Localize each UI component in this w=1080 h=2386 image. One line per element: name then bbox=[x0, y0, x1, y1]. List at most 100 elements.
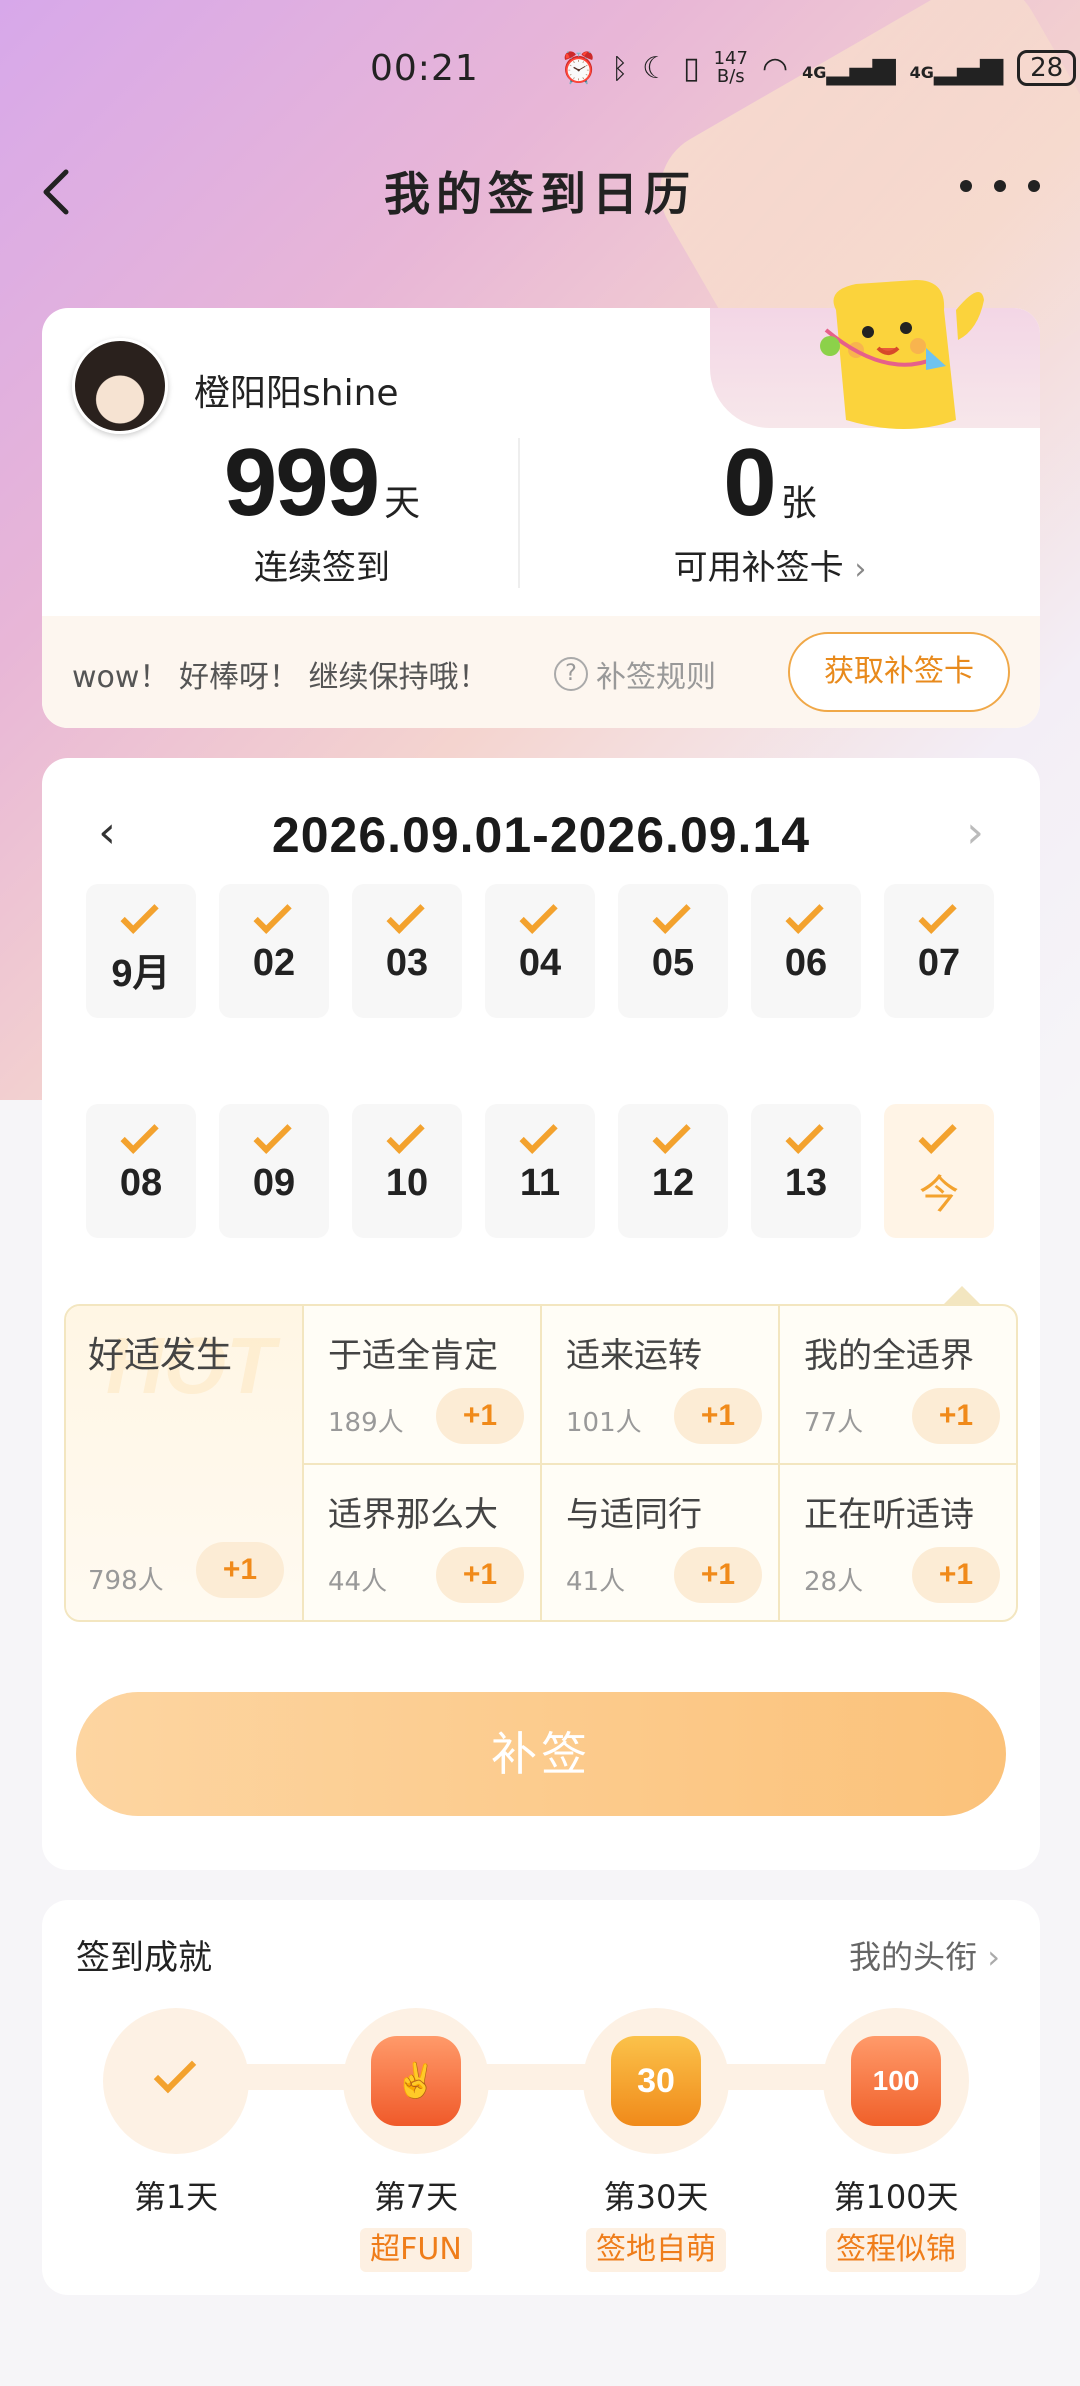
day-cell-today[interactable]: 今 bbox=[884, 1104, 994, 1238]
achievement-day7[interactable]: ✌ 第7天 超FUN bbox=[316, 2008, 516, 2272]
my-title-link[interactable]: 我的头衔 › bbox=[849, 1932, 1000, 1978]
achievement-circle: 30 bbox=[583, 2008, 729, 2154]
day-cell[interactable]: 05 bbox=[618, 884, 728, 1018]
plus-one-button[interactable]: +1 bbox=[436, 1547, 524, 1603]
streak-unit: 天 bbox=[384, 483, 421, 524]
plus-one-button[interactable]: +1 bbox=[674, 1388, 762, 1444]
achievement-label: 第100天 bbox=[833, 2178, 959, 2216]
plus-one-button[interactable]: +1 bbox=[912, 1388, 1000, 1444]
more-icon[interactable] bbox=[960, 166, 1040, 206]
topic-cell[interactable]: 适界那么大 44人 +1 bbox=[304, 1465, 542, 1620]
day-label: 03 bbox=[385, 942, 429, 984]
featured-topic[interactable]: HOT 好适发生 798人 +1 bbox=[66, 1306, 304, 1620]
chevron-right-icon: › bbox=[854, 552, 867, 587]
topic-title: 我的全适界 bbox=[804, 1336, 974, 1376]
plus-one-button[interactable]: +1 bbox=[912, 1547, 1000, 1603]
day-cell[interactable]: 03 bbox=[352, 884, 462, 1018]
day-label: 05 bbox=[651, 942, 695, 984]
achievement-label: 第30天 bbox=[603, 2178, 709, 2216]
supplement-button[interactable]: 补签 bbox=[76, 1692, 1006, 1816]
moon-icon: ☾ bbox=[642, 50, 670, 86]
topic-count: 77人 bbox=[804, 1408, 864, 1438]
topic-cell[interactable]: 我的全适界 77人 +1 bbox=[780, 1306, 1016, 1465]
topic-cell[interactable]: 适来运转 101人 +1 bbox=[542, 1306, 780, 1465]
check-icon bbox=[652, 1115, 691, 1154]
achievement-label: 第7天 bbox=[373, 2178, 459, 2216]
calendar-card: ‹ 2026.09.01-2026.09.14 › 9月 02 03 04 05 06 07… bbox=[42, 758, 1040, 1870]
wifi-icon: ◠ bbox=[761, 50, 789, 86]
achievement-label: 第1天 bbox=[133, 2178, 219, 2216]
achievement-day1[interactable]: 第1天 bbox=[76, 2008, 276, 2218]
cards-value: 0 bbox=[723, 429, 776, 536]
achievement-day30[interactable]: 30 第30天 签地自萌 bbox=[556, 2008, 756, 2272]
streak-label: 连续签到 bbox=[254, 548, 390, 588]
day-label: 13 bbox=[784, 1162, 828, 1204]
username: 橙阳阳shine bbox=[194, 373, 399, 414]
cards-stat[interactable]: 0张 可用补签卡 › bbox=[560, 428, 980, 589]
mascot-icon: ✦ ✦ bbox=[820, 280, 984, 429]
chevron-right-icon: › bbox=[987, 1938, 1000, 1976]
check-icon bbox=[519, 895, 558, 934]
tip-bar: wow！ 好棒呀！ 继续保持哦！ ? 补签规则 获取补签卡 bbox=[42, 616, 1040, 728]
hot-topics: HOT 好适发生 798人 +1 于适全肯定 189人 +1 适来运转 101人 +1 我的… bbox=[64, 1304, 1018, 1622]
streak-value: 999 bbox=[223, 429, 380, 536]
streak-stat: 999 天 连续签到 bbox=[112, 428, 532, 589]
day-cell[interactable]: 11 bbox=[485, 1104, 595, 1238]
date-range: 2026.09.01-2026.09.14 bbox=[271, 807, 811, 863]
achievement-tag: 签程似锦 bbox=[826, 2228, 966, 2272]
topic-cell[interactable]: 与适同行 41人 +1 bbox=[542, 1465, 780, 1620]
status-bar: 00:21 ⏰ ᛒ ☾ ▯ 147 B/s ◠ 4G▂▄▆ 4G▂▄▆ 28 bbox=[0, 0, 1080, 140]
achievement-tag: 超FUN bbox=[360, 2228, 472, 2272]
achievement-day100[interactable]: 100 第100天 签程似锦 bbox=[796, 2008, 996, 2272]
plus-one-button[interactable]: +1 bbox=[196, 1542, 284, 1598]
featured-title: 好适发生 bbox=[88, 1335, 233, 1376]
day-label: 08 bbox=[119, 1162, 163, 1204]
day-cell[interactable]: 04 bbox=[485, 884, 595, 1018]
avatar[interactable] bbox=[72, 338, 168, 434]
check-icon bbox=[120, 1115, 159, 1154]
day-cell[interactable]: 9月 bbox=[86, 884, 196, 1018]
day-label: 12 bbox=[651, 1162, 695, 1204]
signal-icon-1: 4G▂▄▆ bbox=[802, 50, 896, 86]
plus-one-button[interactable]: +1 bbox=[674, 1547, 762, 1603]
alarm-icon: ⏰ bbox=[560, 50, 598, 86]
question-icon: ? bbox=[554, 657, 588, 691]
cards-label: 可用补签卡 bbox=[673, 548, 844, 588]
check-icon bbox=[918, 1115, 957, 1154]
day-cell[interactable]: 09 bbox=[219, 1104, 329, 1238]
day-label: 今 bbox=[919, 1173, 959, 1217]
get-card-button[interactable]: 获取补签卡 bbox=[788, 632, 1010, 712]
fun-badge-icon: ✌ bbox=[371, 2036, 461, 2126]
achievement-card: 签到成就 我的头衔 › 第1天 ✌ 第7天 超FUN 30 第30天 签地自萌 … bbox=[42, 1900, 1040, 2295]
topic-title: 适界那么大 bbox=[328, 1495, 498, 1535]
rule-link[interactable]: ? 补签规则 bbox=[554, 652, 716, 696]
speed-unit: B/s bbox=[716, 66, 745, 87]
topic-count: 28人 bbox=[804, 1567, 864, 1597]
day-cell[interactable]: 10 bbox=[352, 1104, 462, 1238]
check-icon bbox=[785, 895, 824, 934]
topic-count: 189人 bbox=[328, 1408, 404, 1438]
day-cell[interactable]: 12 bbox=[618, 1104, 728, 1238]
status-icons: ⏰ ᛒ ☾ ▯ 147 B/s ◠ 4G▂▄▆ 4G▂▄▆ 28 bbox=[560, 50, 1077, 86]
encourage-text: wow！ 好棒呀！ 继续保持哦！ bbox=[72, 660, 489, 695]
plus-one-button[interactable]: +1 bbox=[436, 1388, 524, 1444]
day-cell[interactable]: 08 bbox=[86, 1104, 196, 1238]
day-cell[interactable]: 13 bbox=[751, 1104, 861, 1238]
achievement-circle bbox=[103, 2008, 249, 2154]
next-week-icon[interactable]: › bbox=[950, 808, 1000, 858]
check-icon bbox=[253, 895, 292, 934]
day-label: 02 bbox=[252, 942, 296, 984]
nav-bar: 我的签到日历 bbox=[0, 140, 1080, 250]
day-cell[interactable]: 07 bbox=[884, 884, 994, 1018]
day-cell[interactable]: 02 bbox=[219, 884, 329, 1018]
today-pointer bbox=[944, 1286, 980, 1304]
status-time: 00:21 bbox=[370, 48, 479, 89]
topic-cell[interactable]: 于适全肯定 189人 +1 bbox=[304, 1306, 542, 1465]
network-speed: 147 B/s bbox=[714, 50, 748, 86]
check-icon bbox=[120, 895, 159, 934]
topic-title: 于适全肯定 bbox=[328, 1336, 498, 1376]
topic-cell[interactable]: 正在听适诗 28人 +1 bbox=[780, 1465, 1016, 1620]
day-label: 9月 bbox=[111, 953, 171, 995]
day-cell[interactable]: 06 bbox=[751, 884, 861, 1018]
cards-unit: 张 bbox=[780, 483, 817, 524]
